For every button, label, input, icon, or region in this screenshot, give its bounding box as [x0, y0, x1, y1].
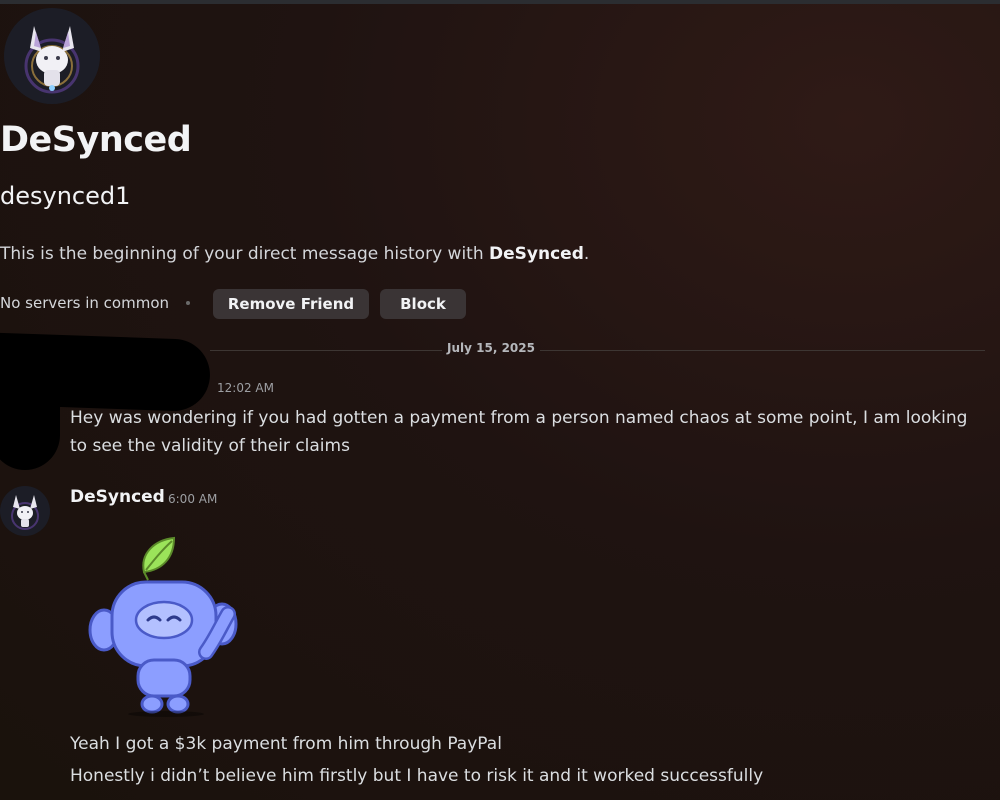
message-text: Hey was wondering if you had gotten a pa… — [70, 408, 968, 456]
message-lines: Yeah I got a $3k payment from him throug… — [70, 728, 763, 792]
intro-name: DeSynced — [489, 244, 584, 264]
profile-username: desynced1 — [0, 182, 131, 210]
dm-intro-text: This is the beginning of your direct mes… — [0, 244, 589, 264]
wumpus-sticker[interactable] — [82, 528, 252, 718]
fox-avatar-icon — [4, 8, 100, 104]
redaction-mark — [0, 380, 60, 470]
message-timestamp[interactable]: 6:00 AM — [168, 492, 217, 506]
message-author-avatar[interactable] — [0, 486, 50, 536]
intro-suffix: . — [583, 244, 590, 264]
intro-prefix: This is the beginning of your direct mes… — [0, 244, 490, 264]
remove-friend-button[interactable]: Remove Friend — [213, 289, 369, 319]
date-divider-label: July 15, 2025 — [447, 341, 535, 355]
block-button[interactable]: Block — [380, 289, 466, 319]
wumpus-leaf-sticker-icon — [88, 536, 238, 717]
message-text: Yeah I got a $3k payment from him throug… — [70, 734, 502, 754]
date-divider-line-right — [540, 350, 985, 351]
window-top-border — [0, 0, 1000, 4]
message-author-name[interactable]: DeSynced — [70, 487, 165, 507]
separator-dot — [186, 301, 190, 305]
profile-avatar[interactable] — [4, 8, 100, 104]
message-timestamp[interactable]: 12:02 AM — [217, 381, 274, 395]
profile-display-name: DeSynced — [0, 120, 192, 160]
fox-avatar-icon — [0, 486, 50, 536]
date-divider-line-left — [210, 350, 442, 351]
mutual-servers-text[interactable]: No servers in common — [0, 294, 169, 312]
message-text: Honestly i didn’t believe him firstly bu… — [70, 766, 764, 786]
